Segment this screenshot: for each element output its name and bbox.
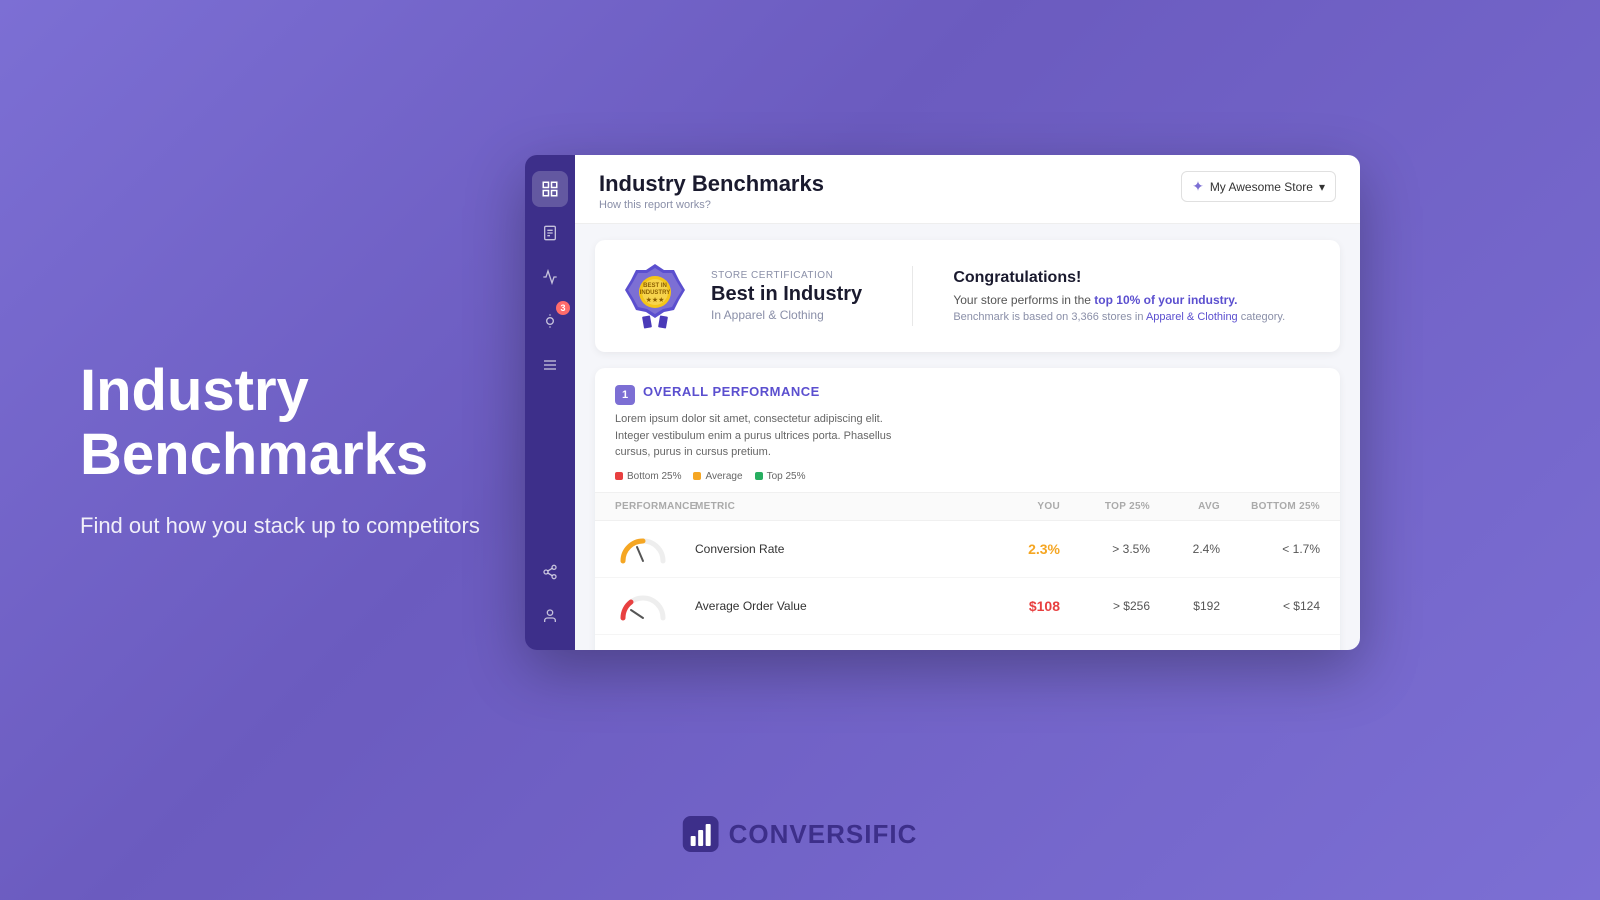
store-selector[interactable]: ✦ My Awesome Store ▾: [1181, 171, 1336, 202]
sidebar-icon-list[interactable]: [532, 347, 568, 383]
svg-text:INDUSTRY: INDUSTRY: [640, 290, 670, 296]
sidebar-icon-activity[interactable]: [532, 259, 568, 295]
congrats-note: Benchmark is based on 3,366 stores in Ap…: [953, 311, 1316, 323]
metric-avg: 2.4%: [1150, 542, 1220, 556]
gauge-repeat: [615, 645, 671, 651]
col-metric: METRIC: [695, 501, 980, 512]
sidebar-icon-share[interactable]: [532, 554, 568, 590]
legend-bottom25: Bottom 25%: [615, 471, 681, 482]
notification-badge: 3: [556, 301, 570, 315]
certification-card: BEST IN INDUSTRY ★★★ STORE CERTIFICATION…: [595, 240, 1340, 352]
store-icon: ✦: [1192, 178, 1204, 195]
cert-divider: [912, 266, 913, 326]
table-row: Conversion Rate 2.3% > 3.5% 2.4% < 1.7%: [595, 521, 1340, 578]
metric-you: $108: [980, 598, 1060, 614]
metric-avg: $192: [1150, 599, 1220, 613]
left-panel: Industry Benchmarks Find out how you sta…: [80, 359, 500, 541]
sidebar-icon-chart[interactable]: [532, 171, 568, 207]
app-window: 3 Industry Benchmark: [525, 155, 1360, 650]
gauge-aov: [615, 588, 671, 624]
svg-text:BEST IN: BEST IN: [643, 283, 667, 289]
cert-info: STORE CERTIFICATION Best in Industry In …: [711, 270, 892, 322]
metric-top25: > 3.5%: [1060, 542, 1150, 556]
metric-you: 2.3%: [980, 541, 1060, 557]
col-you: YOU: [980, 501, 1060, 512]
hero-title: Industry Benchmarks: [80, 359, 500, 487]
svg-text:★★★: ★★★: [646, 296, 665, 304]
sidebar-icon-notification[interactable]: 3: [532, 303, 568, 339]
hero-subtitle: Find out how you stack up to competitors: [80, 510, 500, 541]
col-top25: TOP 25%: [1060, 501, 1150, 512]
brand-name: CONVERSIFIC: [729, 819, 918, 850]
section1-title: OVERALL PERFORMANCE: [643, 384, 820, 399]
main-content: Industry Benchmarks How this report work…: [575, 155, 1360, 650]
congrats-section: Congratulations! Your store performs in …: [933, 269, 1316, 323]
store-name: My Awesome Store: [1210, 180, 1313, 194]
metric-bottom25: < 1.7%: [1220, 542, 1320, 556]
cert-subtitle: In Apparel & Clothing: [711, 308, 892, 322]
table1-header: PERFORMANCE METRIC YOU TOP 25% AVG BOTTO…: [595, 492, 1340, 521]
section1-header: 1 OVERALL PERFORMANCE Lorem ipsum dolor …: [595, 368, 1340, 492]
section-overall-performance: 1 OVERALL PERFORMANCE Lorem ipsum dolor …: [595, 368, 1340, 650]
gauge-conversion: [615, 531, 671, 567]
col-bottom25: BOTTOM 25%: [1220, 501, 1320, 512]
sidebar: 3: [525, 155, 575, 650]
table-row: Repeat Revenue % 74% > 76% 57% < 39%: [595, 635, 1340, 651]
section1-desc: Lorem ipsum dolor sit amet, consectetur …: [615, 411, 895, 461]
metric-name: Conversion Rate: [695, 542, 980, 556]
congrats-text: Your store performs in the top 10% of yo…: [953, 293, 1316, 307]
sidebar-icon-user[interactable]: [532, 598, 568, 634]
col-avg: AVG: [1150, 501, 1220, 512]
congrats-title: Congratulations!: [953, 269, 1316, 287]
page-subtitle[interactable]: How this report works?: [599, 199, 824, 211]
legend-top25: Top 25%: [755, 471, 806, 482]
metric-name: Average Order Value: [695, 599, 980, 613]
brand-footer: CONVERSIFIC: [683, 816, 918, 852]
sidebar-icon-report[interactable]: [532, 215, 568, 251]
chevron-down-icon: ▾: [1319, 180, 1325, 194]
legend-avg: Average: [693, 471, 742, 482]
page-title: Industry Benchmarks: [599, 171, 824, 197]
metric-top25: > $256: [1060, 599, 1150, 613]
page-header: Industry Benchmarks How this report work…: [575, 155, 1360, 224]
col-performance: PERFORMANCE: [615, 501, 695, 512]
section1-legend: Bottom 25% Average Top 25%: [615, 471, 895, 492]
certification-badge: BEST IN INDUSTRY ★★★: [619, 260, 691, 332]
table-row: Average Order Value $108 > $256 $192 < $…: [595, 578, 1340, 635]
cert-label: STORE CERTIFICATION: [711, 270, 892, 281]
cert-title: Best in Industry: [711, 283, 892, 306]
section1-number: 1: [615, 385, 635, 405]
metric-bottom25: < $124: [1220, 599, 1320, 613]
